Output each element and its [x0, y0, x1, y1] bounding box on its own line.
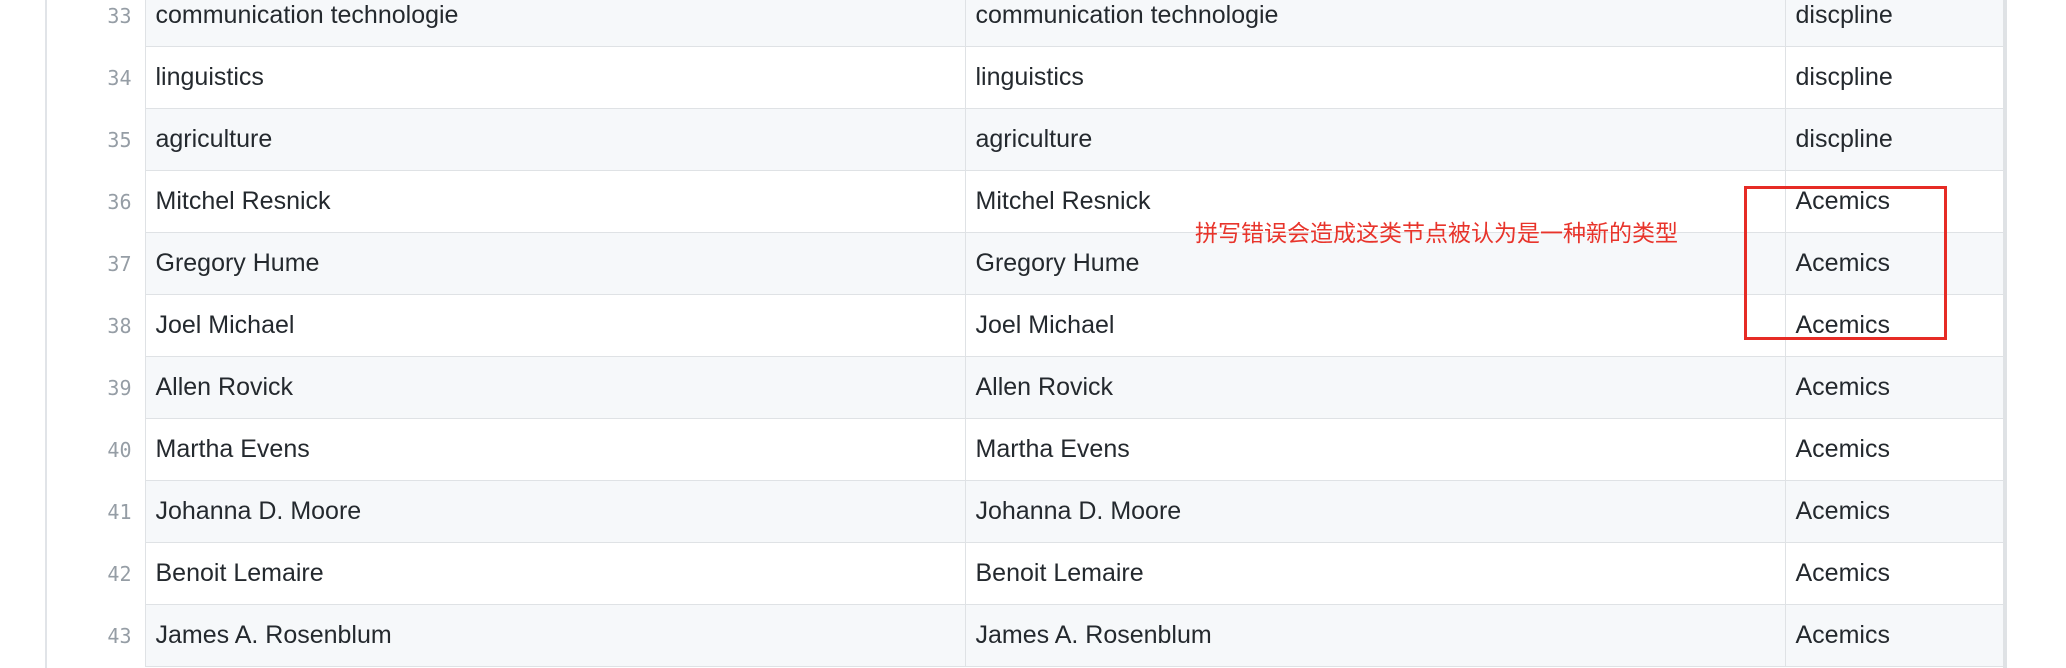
table-row: 39 Allen Rovick Allen Rovick Acemics — [47, 356, 2004, 419]
line-number[interactable]: 40 — [47, 418, 145, 481]
line-number[interactable]: 41 — [47, 480, 145, 543]
table-row: 34 linguistics linguistics discpline — [47, 46, 2004, 109]
table-cell: Benoit Lemaire — [964, 542, 1786, 605]
table-cell: James A. Rosenblum — [144, 604, 966, 667]
table-cell: communication technologie — [964, 0, 1786, 47]
table-cell: Acemics — [1784, 604, 2004, 667]
table-row: 36 Mitchel Resnick Mitchel Resnick Acemi… — [47, 170, 2004, 233]
line-number[interactable]: 34 — [47, 46, 145, 109]
table-cell: James A. Rosenblum — [964, 604, 1786, 667]
table-cell: Gregory Hume — [144, 232, 966, 295]
table-row: 41 Johanna D. Moore Johanna D. Moore Ace… — [47, 480, 2004, 543]
line-number[interactable]: 33 — [47, 0, 145, 47]
table-cell: Martha Evens — [144, 418, 966, 481]
table-cell: discpline — [1784, 108, 2004, 171]
table-cell: Acemics — [1784, 542, 2004, 605]
table-cell: Allen Rovick — [144, 356, 966, 419]
table-cell: linguistics — [964, 46, 1786, 109]
table-cell: agriculture — [964, 108, 1786, 171]
table-row: 42 Benoit Lemaire Benoit Lemaire Acemics — [47, 542, 2004, 605]
table-row: 40 Martha Evens Martha Evens Acemics — [47, 418, 2004, 481]
table-row: 38 Joel Michael Joel Michael Acemics — [47, 294, 2004, 357]
table-row: 37 Gregory Hume Gregory Hume Acemics — [47, 232, 2004, 295]
line-number[interactable]: 35 — [47, 108, 145, 171]
table-cell: Joel Michael — [144, 294, 966, 357]
line-number[interactable]: 42 — [47, 542, 145, 605]
table-cell: discpline — [1784, 0, 2004, 47]
table-cell: Joel Michael — [964, 294, 1786, 357]
table-row: 43 James A. Rosenblum James A. Rosenblum… — [47, 604, 2004, 667]
table-cell: Johanna D. Moore — [964, 480, 1786, 543]
line-number[interactable]: 36 — [47, 170, 145, 233]
annotation-highlight-box — [1744, 186, 1947, 340]
table-cell: Acemics — [1784, 480, 2004, 543]
table-cell: discpline — [1784, 46, 2004, 109]
line-number[interactable]: 38 — [47, 294, 145, 357]
line-number[interactable]: 43 — [47, 604, 145, 667]
annotation-note: 拼写错误会造成这类节点被认为是一种新的类型 — [1195, 221, 1678, 247]
table-cell: Martha Evens — [964, 418, 1786, 481]
line-number[interactable]: 37 — [47, 232, 145, 295]
table-row: 35 agriculture agriculture discpline — [47, 108, 2004, 171]
file-frame-right-border — [2003, 0, 2007, 668]
table-cell: linguistics — [144, 46, 966, 109]
table-cell: Mitchel Resnick — [144, 170, 966, 233]
table-cell: Johanna D. Moore — [144, 480, 966, 543]
table-cell: agriculture — [144, 108, 966, 171]
line-number[interactable]: 39 — [47, 356, 145, 419]
table-row: 33 communication technologie communicati… — [47, 0, 2004, 47]
table-cell: communication technologie — [144, 0, 966, 47]
table-cell: Benoit Lemaire — [144, 542, 966, 605]
table-cell: Allen Rovick — [964, 356, 1786, 419]
table-cell: Acemics — [1784, 356, 2004, 419]
table-cell: Acemics — [1784, 418, 2004, 481]
csv-table: 33 communication technologie communicati… — [47, 0, 2004, 667]
